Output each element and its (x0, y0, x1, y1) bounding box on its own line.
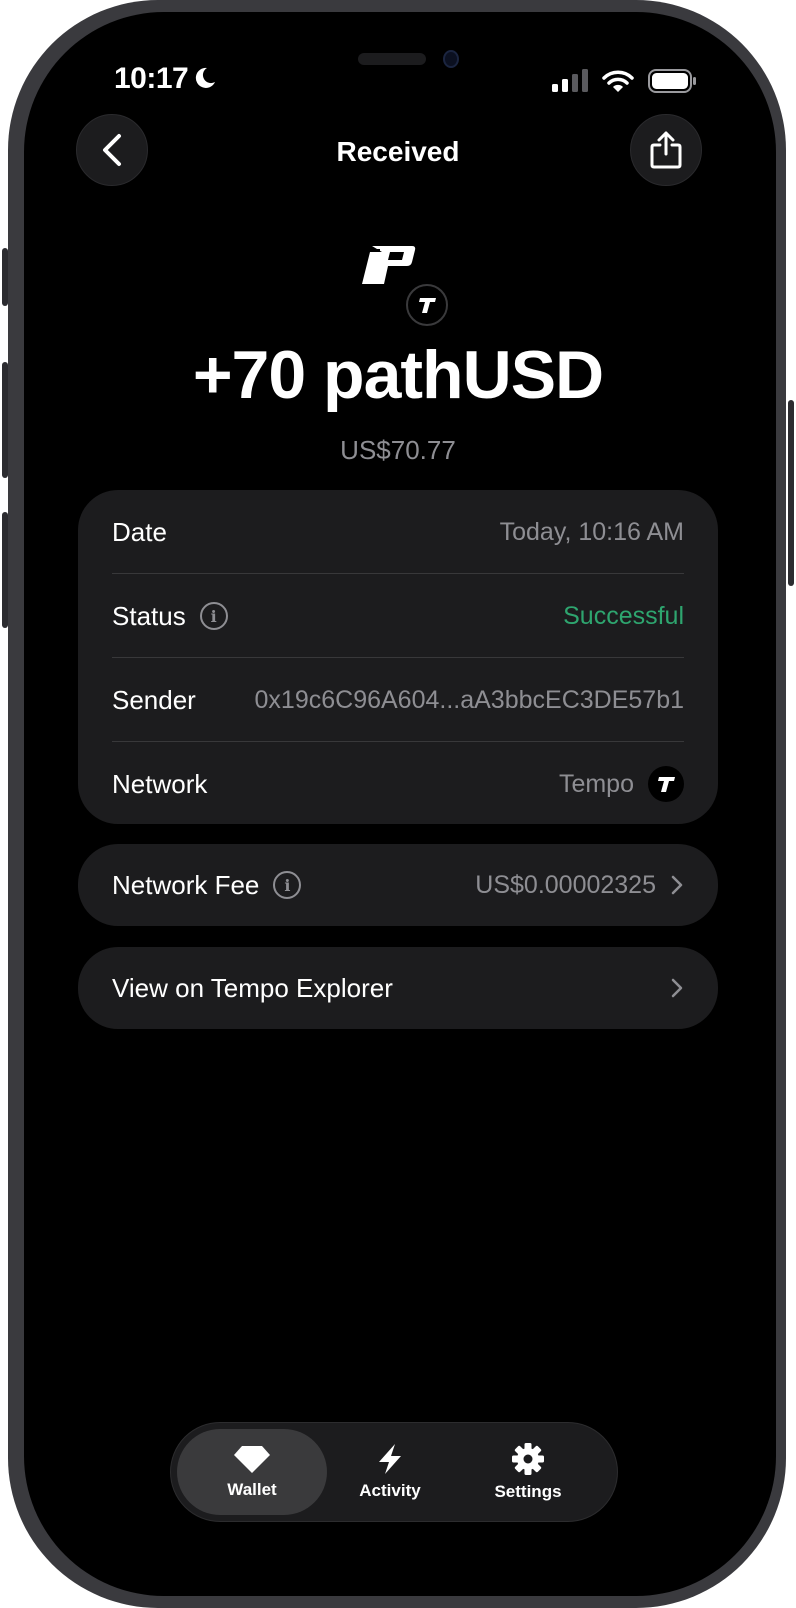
status-indicators (552, 68, 698, 94)
moon-icon (195, 67, 215, 88)
battery-icon (648, 69, 696, 93)
bolt-icon (379, 1444, 401, 1474)
date-row: Date Today, 10:16 AM (112, 490, 684, 574)
sender-address[interactable]: 0x19c6C96A604...aA3bbcEC3DE57b1 (255, 686, 684, 715)
cellular-signal-icon (552, 69, 588, 92)
tab-bar: Wallet Activity Settings (170, 1422, 618, 1522)
date-value: Today, 10:16 AM (499, 517, 684, 546)
tab-wallet[interactable]: Wallet (177, 1429, 327, 1515)
network-fee-label-group: Network Fee i (112, 869, 302, 901)
sender-label: Sender (112, 684, 196, 715)
chevron-right-icon (671, 978, 683, 998)
date-label: Date (112, 516, 167, 547)
pathusd-logo (362, 246, 416, 284)
explorer-link[interactable]: View on Tempo Explorer (112, 973, 393, 1004)
network-label: Network (112, 768, 208, 799)
share-icon (650, 131, 682, 169)
tab-settings-label: Settings (494, 1482, 562, 1501)
speaker-grille (358, 53, 426, 65)
share-button[interactable] (630, 114, 702, 186)
tempo-icon (648, 766, 684, 802)
tempo-network-badge (406, 284, 448, 326)
network-fee-row[interactable]: Network Fee i US$0.00002325 (112, 844, 684, 926)
diamond-icon (234, 1446, 270, 1473)
amount: +70 pathUSD (192, 337, 604, 413)
details-card: Date Today, 10:16 AM Status i Successful… (78, 490, 718, 824)
tab-activity[interactable]: Activity (315, 1429, 465, 1515)
info-icon[interactable]: i (199, 602, 228, 630)
status-time: 10:17 (114, 62, 189, 95)
sender-row[interactable]: Sender 0x19c6C96A604...aA3bbcEC3DE57b1 (112, 658, 684, 742)
network-value-group: Tempo (559, 766, 684, 802)
tab-wallet-label: Wallet (227, 1480, 277, 1499)
network-row: Network Tempo (112, 742, 684, 826)
wifi-icon (602, 70, 634, 92)
tempo-logo (419, 298, 436, 313)
explorer-card[interactable]: View on Tempo Explorer (78, 947, 718, 1029)
power-button (788, 400, 794, 586)
network-fee-value: US$0.00002325 (475, 870, 656, 899)
gear-icon (512, 1443, 544, 1475)
info-icon[interactable]: i (273, 871, 302, 899)
token-logo (362, 246, 458, 332)
chevron-right-icon (671, 875, 683, 895)
status-row: Status i Successful (112, 574, 684, 658)
tab-activity-label: Activity (359, 1481, 421, 1500)
status-label-group: Status i (112, 601, 228, 632)
explorer-row[interactable]: View on Tempo Explorer (112, 947, 684, 1029)
camera-icon (443, 50, 459, 68)
tab-settings[interactable]: Settings (453, 1429, 603, 1515)
network-fee-value-group: US$0.00002325 (475, 871, 684, 900)
network-fee-label: Network Fee (112, 869, 260, 900)
network-fee-card[interactable]: Network Fee i US$0.00002325 (78, 844, 718, 926)
network-value: Tempo (558, 769, 634, 798)
status-label: Status (112, 600, 186, 631)
fiat-amount: US$70.77 (340, 435, 456, 465)
status-value: Successful (563, 601, 684, 630)
